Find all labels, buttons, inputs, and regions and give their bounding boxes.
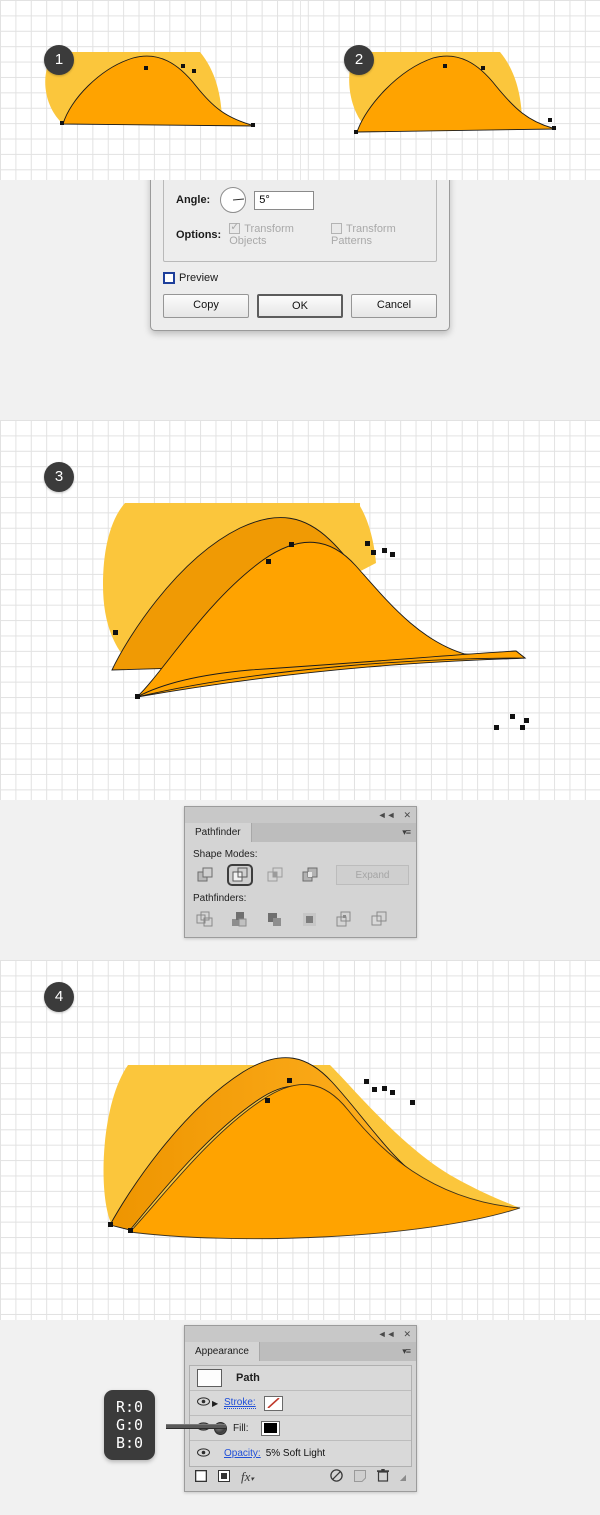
angle-input[interactable] <box>254 190 315 210</box>
pathfinders-label: Pathfinders: <box>193 893 247 904</box>
artwork-step-3 <box>103 503 529 730</box>
shape-modes-row: Expand <box>192 864 409 886</box>
cancel-button[interactable]: Cancel <box>351 294 437 318</box>
preview-checkbox-icon[interactable] <box>163 272 175 284</box>
dialog-button-row: Copy OK Cancel <box>163 294 437 318</box>
canvas-steps-1-2: 1 2 <box>0 0 600 180</box>
transform-patterns-checkbox[interactable]: Transform Patterns <box>331 223 424 247</box>
fill-label: Fill: <box>233 1422 249 1434</box>
pathfinders-row <box>192 908 409 930</box>
options-row: Options: Transform Objects Transform Pat… <box>176 220 424 247</box>
pathfinder-merge-button[interactable] <box>262 908 288 930</box>
step-badge-1-label: 1 <box>54 51 64 68</box>
rgb-r-value: R:0 <box>116 1398 144 1416</box>
copy-button[interactable]: Copy <box>163 294 249 318</box>
shape-mode-minus-front-button[interactable] <box>227 864 253 886</box>
angle-dial-icon[interactable] <box>220 187 247 213</box>
appearance-tabbar: Appearance ▾≡ <box>185 1342 416 1361</box>
none-swatch-icon <box>266 1398 280 1408</box>
band-rotate-dialog: Rotate Rotate Angle: Options: Transform … <box>0 180 600 420</box>
pathfinder-tabbar: Pathfinder ▾≡ <box>185 823 416 842</box>
step-badge-2: 2 <box>344 45 374 75</box>
tab-appearance[interactable]: Appearance <box>185 1342 260 1361</box>
stroke-swatch[interactable] <box>263 1395 283 1411</box>
rotate-fieldset: Rotate Angle: Options: Transform Objects… <box>163 180 437 262</box>
clear-appearance-icon[interactable] <box>330 1469 343 1485</box>
shape-mode-exclude-button[interactable] <box>297 864 323 886</box>
close-icon[interactable]: ✕ <box>403 1329 411 1339</box>
shape-mode-unite-button[interactable] <box>192 864 218 886</box>
artwork-step-1 <box>45 52 256 127</box>
step-badge-3-label: 3 <box>54 468 64 485</box>
step-badge-4: 4 <box>44 982 74 1012</box>
appearance-panel[interactable]: ◄◄ ✕ Appearance ▾≡ Path ▶ Stroke: Fill: … <box>184 1325 417 1492</box>
pathfinder-divide-button[interactable] <box>192 908 218 930</box>
appearance-list: Path ▶ Stroke: Fill: Opacity: 5% Soft Li… <box>189 1365 412 1467</box>
appearance-row-opacity[interactable]: Opacity: 5% Soft Light <box>190 1441 411 1466</box>
visibility-eye-icon[interactable] <box>194 1447 212 1460</box>
pathfinder-trim-button[interactable] <box>227 908 253 930</box>
shape-modes-label: Shape Modes: <box>193 849 258 860</box>
band-appearance: ◄◄ ✕ Appearance ▾≡ Path ▶ Stroke: Fill: … <box>0 1320 600 1515</box>
path-thumbnail <box>197 1369 222 1387</box>
black-swatch-icon <box>263 1423 277 1433</box>
shape-mode-intersect-button[interactable] <box>262 864 288 886</box>
rgb-g-value: G:0 <box>116 1416 144 1434</box>
pathfinder-crop-button[interactable] <box>297 908 323 930</box>
appearance-footer: fx▾ ◢ <box>189 1467 412 1487</box>
tooltip-leader-line <box>166 1424 226 1429</box>
expand-button[interactable]: Expand <box>336 865 409 885</box>
close-icon[interactable]: ✕ <box>403 810 411 820</box>
artwork-step-4 <box>103 1057 521 1240</box>
visibility-eye-icon[interactable] <box>194 1397 212 1409</box>
collapse-icon[interactable]: ◄◄ <box>378 810 396 820</box>
step-badge-4-label: 4 <box>54 988 64 1005</box>
opacity-value: 5% Soft Light <box>265 1448 326 1459</box>
rotate-dialog-body: Rotate Angle: Options: Transform Objects… <box>151 180 449 330</box>
opacity-label[interactable]: Opacity: <box>224 1448 261 1459</box>
preview-row[interactable]: Preview <box>163 272 437 284</box>
add-new-fill-icon[interactable] <box>218 1469 230 1485</box>
panel-menu-icon[interactable]: ▾≡ <box>402 1346 411 1357</box>
canvas-step-3: 3 <box>0 420 600 800</box>
angle-label: Angle: <box>176 194 211 206</box>
resize-grip-icon[interactable]: ◢ <box>400 1473 406 1482</box>
fill-swatch[interactable] <box>260 1420 280 1436</box>
pathfinder-outline-button[interactable] <box>332 908 358 930</box>
add-new-stroke-icon[interactable] <box>194 1469 208 1485</box>
stroke-label[interactable]: Stroke: <box>224 1397 256 1409</box>
tab-pathfinder[interactable]: Pathfinder <box>185 823 252 842</box>
duplicate-item-icon[interactable] <box>353 1469 366 1485</box>
expand-triangle-icon[interactable]: ▶ <box>212 1399 224 1408</box>
rgb-tooltip: R:0 G:0 B:0 <box>104 1390 156 1460</box>
pathfinder-body: Shape Modes: Expand Pathfinders: <box>185 842 416 937</box>
step-badge-1: 1 <box>44 45 74 75</box>
checkbox-icon <box>331 223 343 234</box>
preview-label: Preview <box>179 272 219 284</box>
appearance-row-path[interactable]: Path <box>190 1366 411 1391</box>
pathfinder-minus-back-button[interactable] <box>367 908 393 930</box>
appearance-row-stroke[interactable]: ▶ Stroke: <box>190 1391 411 1416</box>
path-label: Path <box>236 1372 260 1384</box>
rotate-dialog[interactable]: Rotate Rotate Angle: Options: Transform … <box>150 180 450 331</box>
artwork-step-2 <box>349 52 557 134</box>
rgb-b-value: B:0 <box>116 1434 144 1452</box>
appearance-titlebar: ◄◄ ✕ <box>185 1326 416 1342</box>
angle-row: Angle: <box>176 187 424 213</box>
step-badge-2-label: 2 <box>354 51 364 68</box>
step-badge-3: 3 <box>44 462 74 492</box>
panel-menu-icon[interactable]: ▾≡ <box>402 827 411 838</box>
add-effect-icon[interactable]: fx▾ <box>241 1469 254 1485</box>
pathfinder-titlebar: ◄◄ ✕ <box>185 807 416 823</box>
collapse-icon[interactable]: ◄◄ <box>378 1329 396 1339</box>
band-pathfinder: ◄◄ ✕ Pathfinder ▾≡ Shape Modes: Expand P… <box>0 800 600 960</box>
pathfinder-panel[interactable]: ◄◄ ✕ Pathfinder ▾≡ Shape Modes: Expand P… <box>184 806 417 938</box>
checkbox-icon <box>229 220 241 234</box>
canvas-step-4: 4 <box>0 960 600 1320</box>
transform-objects-checkbox[interactable]: Transform Objects <box>229 220 319 247</box>
ok-button[interactable]: OK <box>257 294 343 318</box>
delete-item-icon[interactable] <box>376 1469 389 1485</box>
options-label: Options: <box>176 229 222 241</box>
